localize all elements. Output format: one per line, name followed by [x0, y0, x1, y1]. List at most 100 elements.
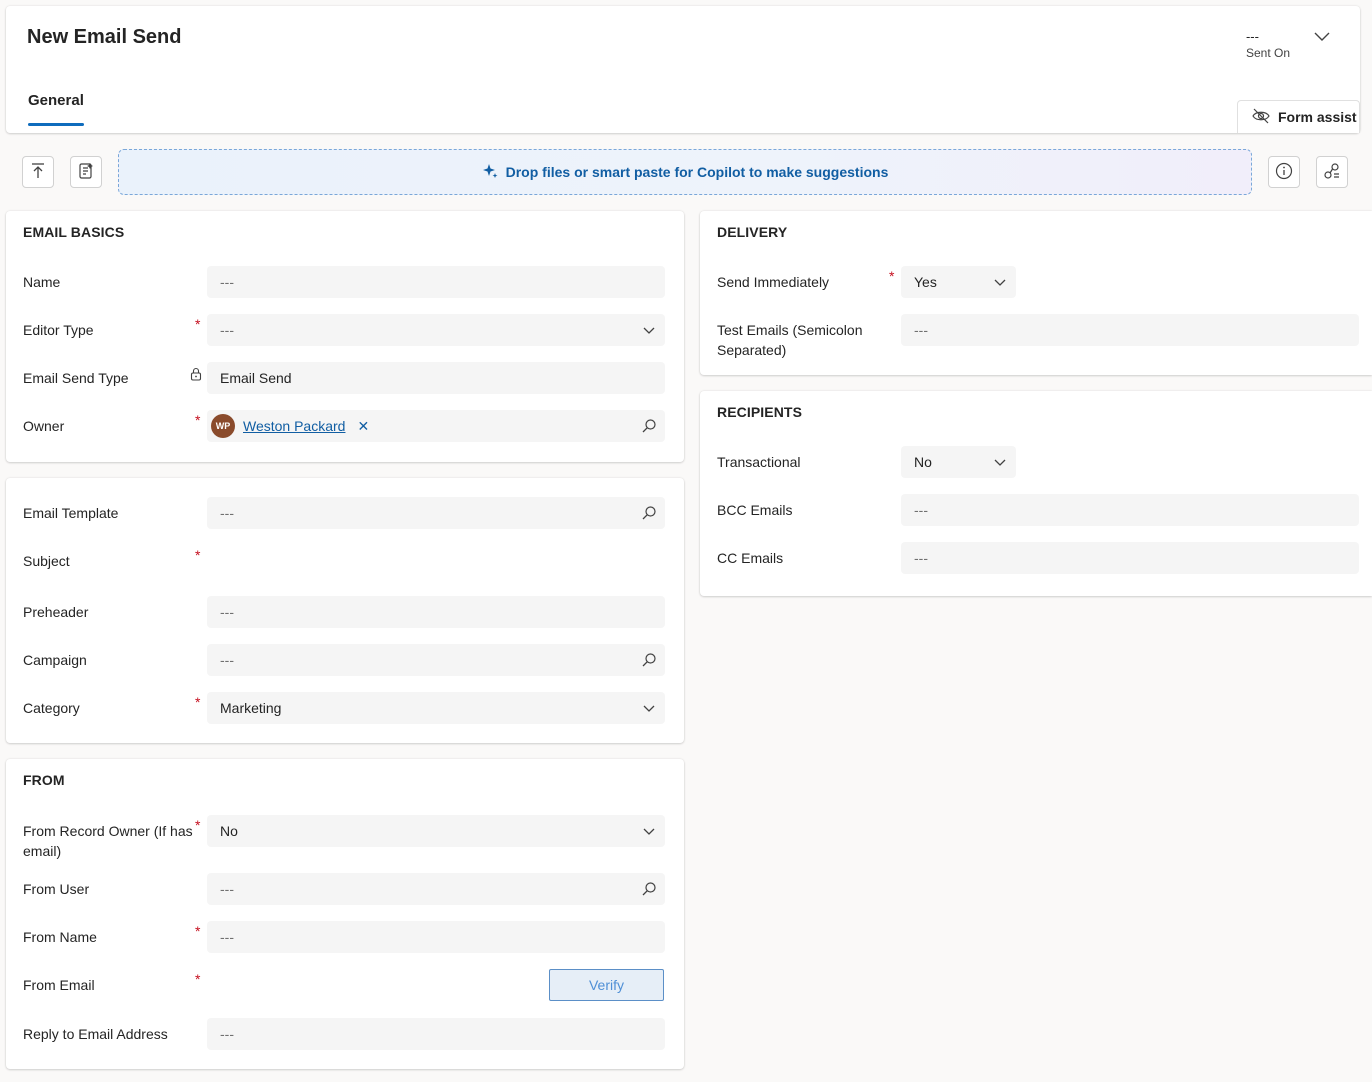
reply-to-input[interactable]: --- — [207, 1018, 665, 1050]
required-indicator: * — [195, 971, 201, 987]
from-user-lookup[interactable]: --- — [207, 873, 665, 905]
info-icon — [1275, 162, 1293, 183]
section-title: EMAIL BASICS — [23, 224, 125, 240]
content-section: Email Template --- Subject * Preheader -… — [6, 478, 684, 743]
editor-type-select[interactable]: --- — [207, 314, 665, 346]
field-label: Reply to Email Address — [23, 1026, 168, 1042]
send-immediately-select[interactable]: Yes — [901, 266, 1016, 298]
cc-emails-row: CC Emails --- — [700, 542, 1372, 574]
test-emails-input[interactable]: --- — [901, 314, 1359, 346]
field-value: No — [914, 454, 932, 470]
field-label: From Record Owner (If has email) — [23, 823, 193, 859]
field-label: Send Immediately — [717, 274, 830, 290]
name-input[interactable]: --- — [207, 266, 665, 298]
campaign-row: Campaign --- — [6, 644, 684, 676]
owner-link[interactable]: Weston Packard — [243, 418, 345, 434]
from-record-owner-select[interactable]: No — [207, 815, 665, 847]
sent-on-value: --- — [1245, 29, 1259, 44]
cc-emails-input[interactable]: --- — [901, 542, 1359, 574]
email-template-lookup[interactable]: --- — [207, 497, 665, 529]
form-header: New Email Send --- Sent On General Form … — [6, 6, 1360, 133]
required-indicator: * — [195, 817, 201, 833]
info-button[interactable] — [1268, 156, 1300, 188]
owner-lookup[interactable]: WP Weston Packard ✕ — [207, 410, 665, 442]
category-row: Category * Marketing — [6, 692, 684, 724]
field-value: --- — [220, 505, 234, 521]
page-title: New Email Send — [27, 26, 182, 48]
from-name-input[interactable]: --- — [207, 921, 665, 953]
field-value: Marketing — [220, 700, 282, 716]
required-indicator: * — [195, 316, 201, 332]
preheader-row: Preheader --- — [6, 596, 684, 628]
bcc-emails-row: BCC Emails --- — [700, 494, 1372, 526]
section-title: FROM — [23, 772, 65, 788]
editor-type-row: Editor Type * --- — [6, 314, 684, 346]
reply-to-row: Reply to Email Address --- — [6, 1018, 684, 1050]
search-icon[interactable] — [641, 881, 657, 897]
field-label: Category — [23, 700, 80, 716]
field-label: From Email — [23, 977, 95, 993]
notes-icon — [78, 162, 94, 183]
from-name-row: From Name * --- — [6, 921, 684, 953]
share-button[interactable] — [1316, 156, 1348, 188]
chevron-down-icon — [641, 322, 657, 338]
search-icon[interactable] — [641, 652, 657, 668]
search-icon[interactable] — [641, 418, 657, 434]
from-record-owner-row: From Record Owner (If has email) * No — [6, 815, 684, 859]
sent-on-field: --- Sent On — [1245, 29, 1290, 61]
form-assist-button[interactable]: Form assist — [1237, 100, 1360, 133]
delivery-section: DELIVERY Send Immediately * Yes Test Ema… — [700, 211, 1372, 375]
bcc-emails-input[interactable]: --- — [901, 494, 1359, 526]
form-assist-label: Form assist — [1278, 109, 1357, 125]
chevron-down-icon — [992, 454, 1008, 470]
eye-off-icon — [1252, 108, 1270, 127]
field-label: Name — [23, 274, 61, 290]
field-label: Owner — [23, 418, 65, 434]
verify-button[interactable]: Verify — [549, 969, 664, 1001]
preheader-input[interactable]: --- — [207, 596, 665, 628]
lock-icon — [190, 367, 204, 381]
subject-row: Subject * — [6, 545, 684, 577]
chevron-down-icon — [641, 700, 657, 716]
category-select[interactable]: Marketing — [207, 692, 665, 724]
from-email-row: From Email * Verify — [6, 969, 684, 1001]
email-basics-section: EMAIL BASICS Name --- Editor Type * --- … — [6, 211, 684, 462]
field-value: --- — [220, 881, 234, 897]
field-value: No — [220, 823, 238, 839]
field-label: Email Send Type — [23, 370, 129, 386]
field-label: From User — [23, 881, 90, 897]
required-indicator: * — [195, 694, 201, 710]
owner-chip: WP Weston Packard ✕ — [211, 414, 369, 438]
tab-general[interactable]: General — [28, 92, 84, 109]
field-label: Transactional — [717, 454, 801, 470]
field-label: Test Emails (Semicolon Separated) — [717, 322, 863, 358]
copilot-drop-text: Drop files or smart paste for Copilot to… — [505, 164, 889, 180]
upload-icon — [30, 162, 46, 183]
field-label: BCC Emails — [717, 502, 793, 518]
field-label: CC Emails — [717, 550, 784, 566]
field-label: Preheader — [23, 604, 89, 620]
email-send-type-row: Email Send Type Email Send — [6, 362, 684, 394]
send-immediately-row: Send Immediately * Yes — [700, 266, 1372, 298]
close-icon[interactable]: ✕ — [357, 418, 369, 435]
sparkle-icon — [482, 163, 498, 182]
transactional-select[interactable]: No — [901, 446, 1016, 478]
email-template-row: Email Template --- — [6, 497, 684, 529]
upload-button[interactable] — [22, 156, 54, 188]
copilot-drop-zone[interactable]: Drop files or smart paste for Copilot to… — [118, 149, 1252, 195]
avatar: WP — [211, 414, 235, 438]
required-indicator: * — [195, 412, 201, 428]
share-icon — [1323, 162, 1341, 183]
campaign-lookup[interactable]: --- — [207, 644, 665, 676]
sent-on-label: Sent On — [1245, 46, 1290, 60]
chevron-down-icon[interactable] — [1312, 30, 1332, 46]
search-icon[interactable] — [641, 505, 657, 521]
required-indicator: * — [195, 547, 201, 563]
from-user-row: From User --- — [6, 873, 684, 905]
chevron-down-icon — [992, 274, 1008, 290]
from-section: FROM From Record Owner (If has email) * … — [6, 759, 684, 1069]
field-label: Subject — [23, 553, 70, 569]
section-title: DELIVERY — [717, 224, 788, 240]
field-label: Editor Type — [23, 322, 94, 338]
notes-button[interactable] — [70, 156, 102, 188]
